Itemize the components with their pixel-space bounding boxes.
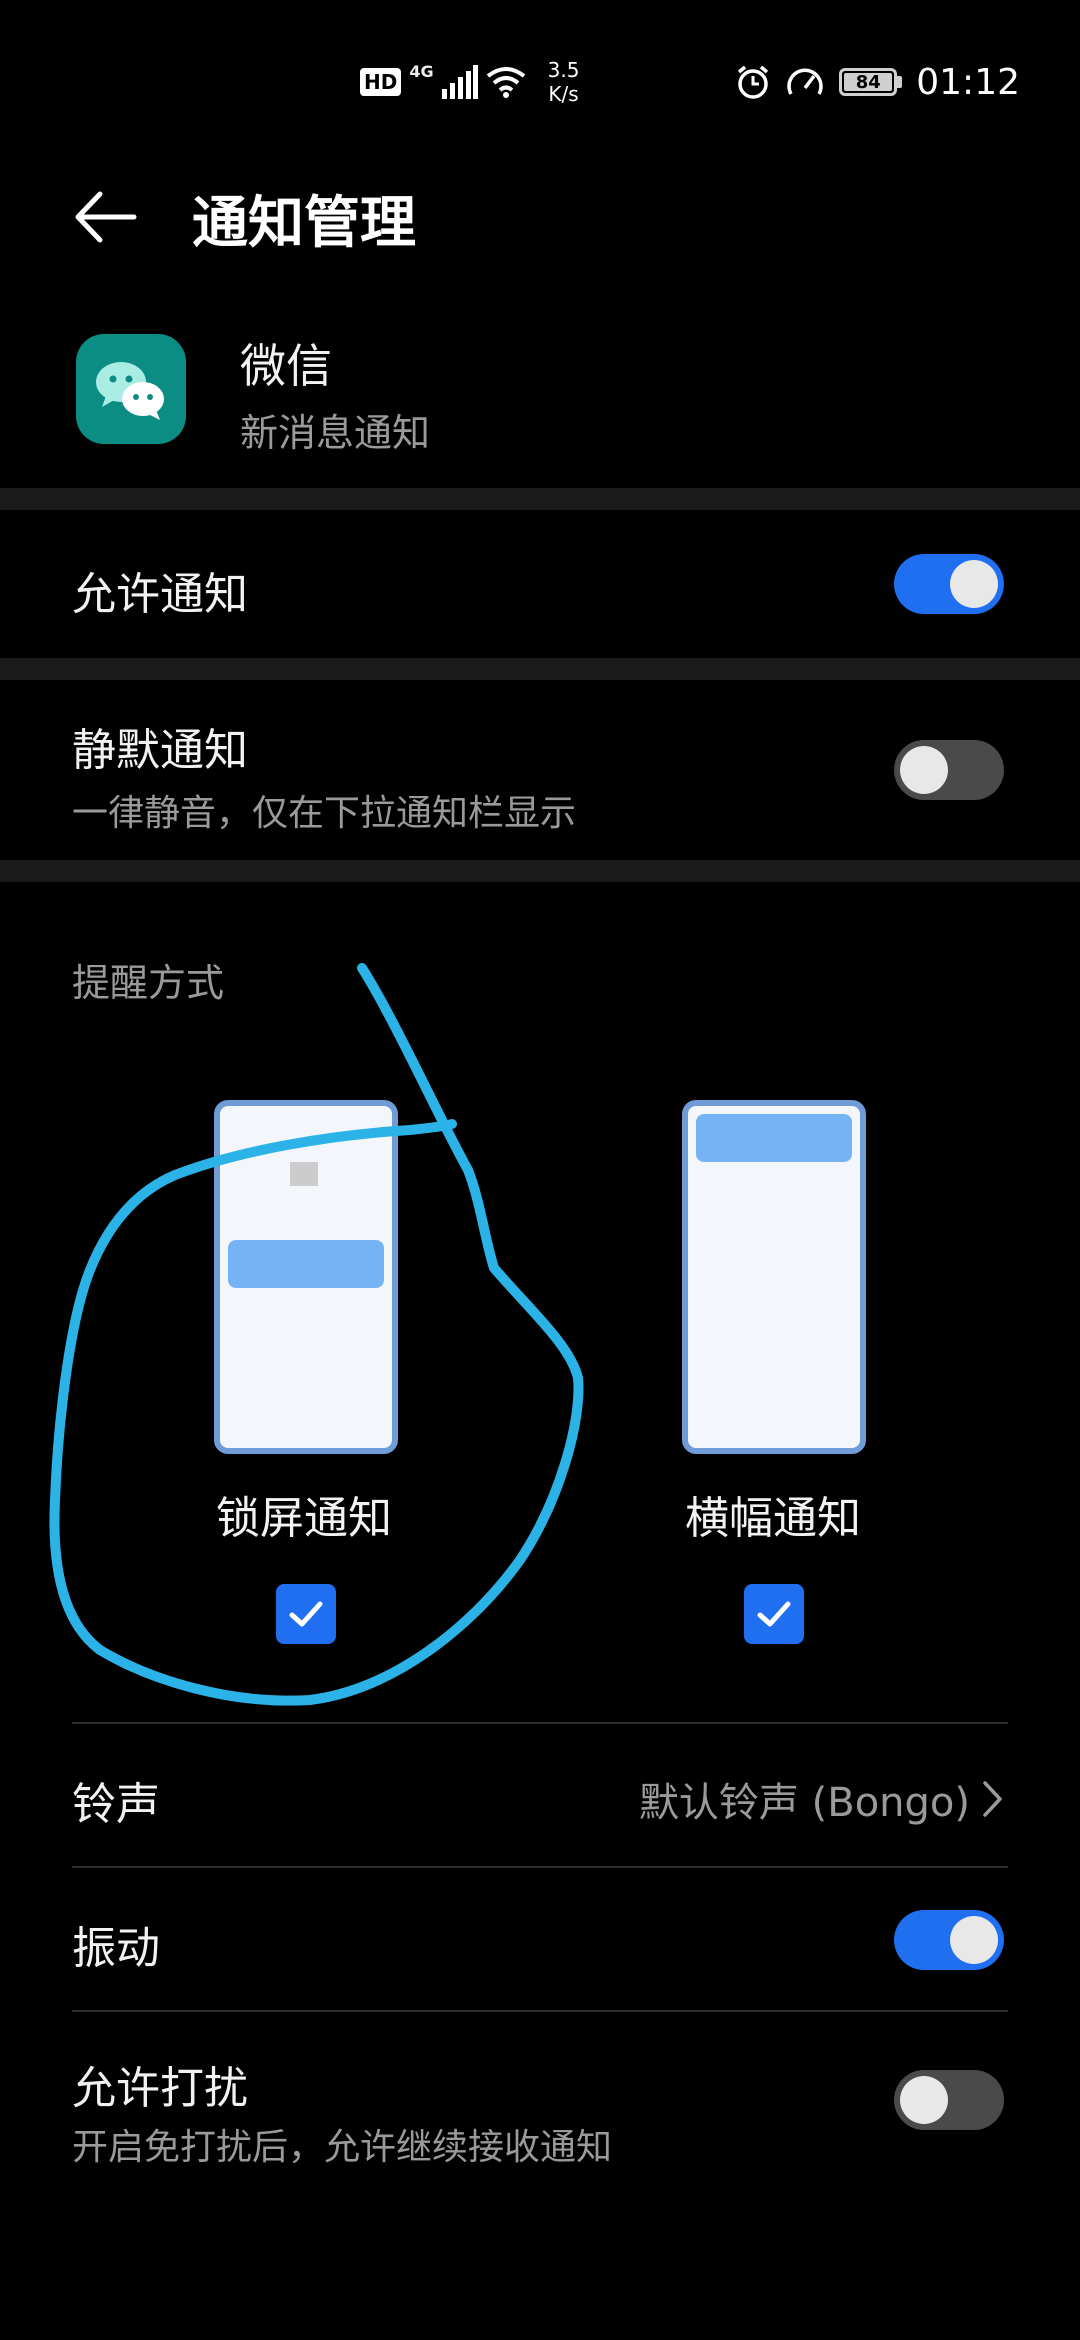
section-divider: [0, 658, 1080, 680]
status-left: HD 4G 3.5 K/s: [360, 52, 579, 112]
page-title: 通知管理: [192, 191, 416, 256]
toggle-knob: [950, 560, 998, 608]
vibration-label: 振动: [72, 1923, 160, 1974]
do-not-disturb-description: 开启免打扰后，允许继续接收通知: [72, 2127, 613, 2168]
toggle-knob: [900, 746, 948, 794]
section-divider: [0, 488, 1080, 510]
check-icon: [757, 1601, 791, 1627]
allow-notifications-toggle[interactable]: [894, 554, 1004, 614]
silent-notifications-label: 静默通知: [72, 725, 248, 776]
signal-icon: [441, 65, 478, 99]
silent-notifications-toggle[interactable]: [894, 740, 1004, 800]
do-not-disturb-label: 允许打扰: [72, 2063, 248, 2114]
do-not-disturb-toggle[interactable]: [894, 2070, 1004, 2130]
lock-screen-option-label: 锁屏通知: [216, 1493, 392, 1544]
ringtone-label: 铃声: [72, 1779, 160, 1830]
alarm-icon: [738, 65, 769, 99]
allow-notifications-row[interactable]: 允许通知: [0, 510, 1080, 658]
preview-notification-banner: [228, 1240, 384, 1288]
lock-screen-checkbox[interactable]: [276, 1584, 336, 1644]
do-not-disturb-row[interactable]: 允许打扰 开启免打扰后，允许继续接收通知: [0, 2012, 1080, 2192]
vibration-toggle[interactable]: [894, 1910, 1004, 1970]
battery-level: 84: [844, 72, 893, 93]
preview-notification-banner: [696, 1114, 852, 1162]
app-subtitle: 新消息通知: [240, 411, 431, 455]
network-speed: 3.5 K/s: [547, 58, 580, 106]
status-bar: HD 4G 3.5 K/s 84 01:12: [0, 0, 1080, 160]
check-icon: [289, 1601, 323, 1627]
banner-checkbox[interactable]: [744, 1584, 804, 1644]
preview-notch: [290, 1162, 318, 1186]
reminder-section-label: 提醒方式: [72, 961, 225, 1005]
ringtone-value[interactable]: 默认铃声 (Bongo): [639, 1770, 1004, 1828]
status-right: 84 01:12: [735, 52, 1020, 112]
silent-notifications-description: 一律静音，仅在下拉通知栏显示: [72, 793, 577, 834]
header: 通知管理: [0, 160, 1080, 270]
banner-option-label: 横幅通知: [685, 1493, 861, 1544]
ringtone-value-text: 默认铃声 (Bongo): [638, 1780, 970, 1826]
toggle-knob: [900, 2076, 948, 2124]
wifi-icon: [486, 67, 525, 98]
banner-preview[interactable]: [682, 1100, 866, 1454]
vibration-row[interactable]: 振动: [0, 1868, 1080, 2010]
speedometer-icon: [787, 68, 823, 95]
silent-notifications-row[interactable]: 静默通知 一律静音，仅在下拉通知栏显示: [0, 680, 1080, 860]
battery-icon: 84: [839, 68, 903, 96]
section-divider: [0, 860, 1080, 882]
network-type-label: 4G: [409, 61, 434, 81]
toggle-knob: [950, 1916, 998, 1964]
wechat-logo: [76, 334, 186, 444]
allow-notifications-label: 允许通知: [72, 569, 248, 620]
hd-icon: HD: [360, 68, 402, 96]
lock-screen-preview[interactable]: [214, 1100, 398, 1454]
app-name: 微信: [240, 339, 332, 393]
back-arrow-icon[interactable]: [70, 182, 140, 252]
clock: 01:12: [916, 61, 1020, 103]
app-info: 微信 新消息通知: [0, 300, 1080, 480]
chevron-right-icon: [983, 1781, 1002, 1817]
chat-bubbles-icon: [96, 362, 164, 420]
